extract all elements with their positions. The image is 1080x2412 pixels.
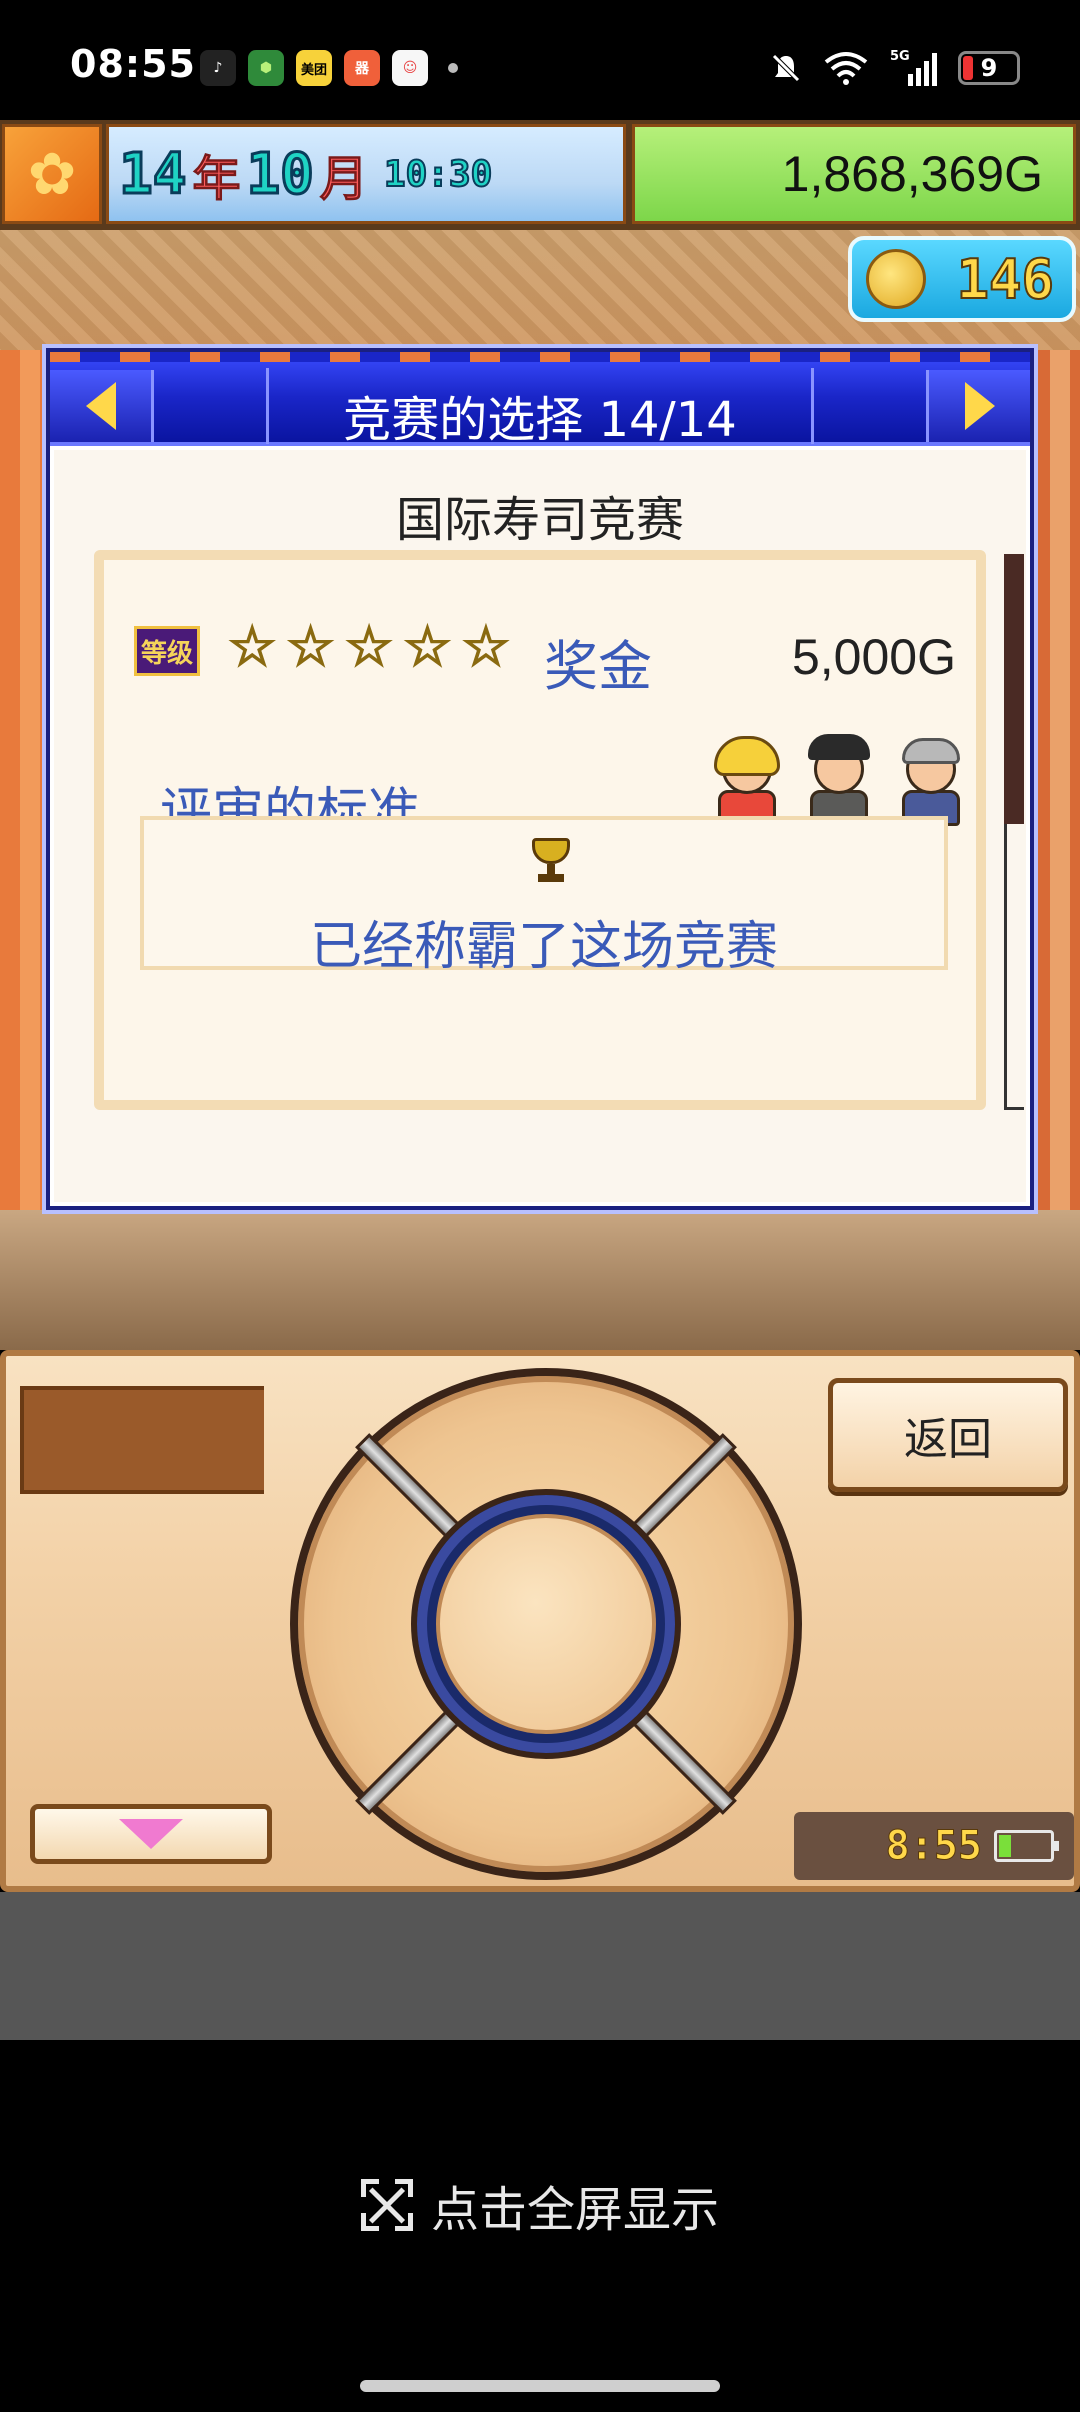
- panel-scrollbar[interactable]: [1004, 554, 1024, 1110]
- mute-icon: [772, 54, 800, 82]
- scroll-thumb[interactable]: [1004, 554, 1024, 824]
- judge-bowler-hat-man-icon: [802, 734, 876, 826]
- game-year: 14: [117, 140, 187, 208]
- year-unit: 年: [192, 151, 241, 208]
- triangle-down-icon: [119, 1819, 183, 1849]
- dpad[interactable]: [290, 1368, 802, 1880]
- fullscreen-label: 点击全屏显示: [430, 2182, 719, 2238]
- dialog-header: 竞赛的选择 14/14: [50, 352, 1030, 448]
- prize-value: 5,000G: [791, 629, 956, 685]
- controller-slot: [20, 1386, 264, 1494]
- signal-icon: 5G: [890, 49, 937, 86]
- rank-stars: ☆ ☆ ☆ ☆ ☆: [227, 615, 511, 678]
- dialog-body: 国际寿司竞赛 等级 ☆ ☆ ☆ ☆ ☆ 奖金 5,000G 评审的标准 已经称霸…: [54, 450, 1026, 1202]
- money-display: 1,868,369G: [632, 124, 1076, 224]
- dialog-title: 竞赛的选择 14/14: [343, 392, 737, 448]
- battery-icon: 9: [958, 51, 1020, 85]
- home-indicator[interactable]: [360, 2380, 720, 2392]
- contest-name: 国际寿司竞赛: [395, 492, 684, 548]
- fullscreen-button[interactable]: 点击全屏显示: [0, 2170, 1080, 2240]
- judge-elderly-man-icon: [894, 736, 968, 826]
- meituan-icon: 美团: [296, 50, 332, 86]
- game-top-bar: ✿ 14 年 10 月 10:30 1,868,369G: [0, 120, 1080, 230]
- game-time: 10:30: [383, 153, 493, 196]
- dpad-center-button[interactable]: [436, 1514, 656, 1734]
- game-date: 14 年 10 月 10:30: [106, 124, 626, 224]
- letterbox-band: [0, 1892, 1080, 2040]
- network-type-label: 5G: [890, 49, 910, 64]
- collapse-button[interactable]: [30, 1804, 272, 1864]
- star-icon: ☆: [344, 615, 394, 678]
- status-time: 08:55: [70, 42, 196, 86]
- game-scenery-bottom: [0, 1210, 1080, 1350]
- header-stripe: [50, 352, 1030, 362]
- status-bar: 08:55 ♪ ⬢ 美团 器 ☺ 5G 9: [0, 0, 1080, 120]
- rank-badge: 等级: [134, 626, 200, 676]
- coin-count: 146: [955, 247, 1055, 312]
- contest-result-text: 已经称霸了这场竞赛: [309, 917, 778, 977]
- tiktok-icon: ♪: [200, 50, 236, 86]
- money-value: 1,868,369G: [781, 146, 1043, 202]
- back-button[interactable]: 返回: [828, 1378, 1068, 1492]
- arrow-right-icon: [964, 382, 995, 430]
- trophy-icon: [528, 838, 574, 882]
- coin-counter[interactable]: 146: [848, 236, 1076, 322]
- month-unit: 月: [319, 151, 368, 208]
- virtual-controller: 返回 8:55: [0, 1350, 1080, 1892]
- app-mascot-icon: ☺: [392, 50, 428, 86]
- star-icon: ☆: [402, 615, 452, 678]
- battery-level: 9: [980, 54, 998, 82]
- judges: [710, 734, 968, 826]
- clock-time: 8:55: [885, 1823, 982, 1870]
- next-contest-button[interactable]: [926, 370, 1030, 442]
- game-scenery-right: [1030, 350, 1080, 1300]
- contest-info-panel[interactable]: 等级 ☆ ☆ ☆ ☆ ☆ 奖金 5,000G 评审的标准 已经称霸了这场竞赛: [94, 550, 986, 1110]
- game-view[interactable]: ✿ 14 年 10 月 10:30 1,868,369G 146 竞赛的选择 1…: [0, 120, 1080, 1350]
- judge-blonde-woman-icon: [710, 736, 784, 826]
- prize-label: 奖金: [544, 635, 652, 698]
- app-green-icon: ⬢: [248, 50, 284, 86]
- coin-icon: [866, 249, 926, 309]
- autumn-leaf-icon: ✿: [2, 124, 102, 224]
- battery-icon: [994, 1830, 1059, 1862]
- expand-icon: [360, 2179, 413, 2231]
- game-month: 10: [245, 140, 315, 208]
- system-icons: 5G 9: [768, 48, 1020, 88]
- star-icon: ☆: [461, 615, 511, 678]
- contest-selection-dialog: 竞赛的选择 14/14 国际寿司竞赛 等级 ☆ ☆ ☆ ☆ ☆ 奖金 5,000…: [46, 348, 1034, 1210]
- more-notifications-dot: [448, 63, 458, 73]
- controller-clock: 8:55: [794, 1812, 1074, 1880]
- notification-icons: ♪ ⬢ 美团 器 ☺: [200, 50, 458, 86]
- star-icon: ☆: [285, 615, 335, 678]
- app-orange-icon: 器: [344, 50, 380, 86]
- wifi-icon: [824, 52, 868, 85]
- star-icon: ☆: [227, 615, 277, 678]
- contest-result-box: 已经称霸了这场竞赛: [140, 816, 948, 977]
